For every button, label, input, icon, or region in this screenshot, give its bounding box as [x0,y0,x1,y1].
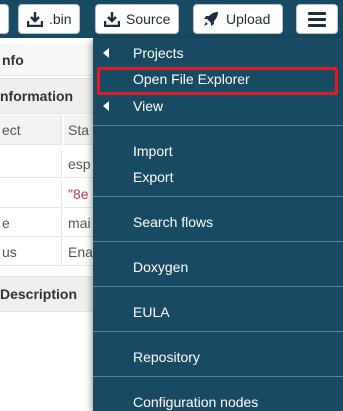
caret-left-icon [103,48,109,58]
menu-item-doxygen[interactable]: Doxygen [93,255,343,279]
menu-item-eula[interactable]: EULA [93,300,343,324]
download-source-label: Source [126,11,171,27]
upload-button[interactable]: Upload [193,4,283,34]
main-menu-button[interactable] [296,4,338,34]
menu-item-projects[interactable]: Projects [93,41,343,65]
menu-item-label: Search flows [133,214,214,230]
table-cell: e [0,209,62,237]
info-panel-title: nfo [0,44,100,76]
download-icon [104,11,120,27]
caret-left-icon [103,101,109,111]
menu-item-label: Repository [133,349,200,365]
menu-separator [93,241,343,242]
download-icon [27,11,43,27]
table-cell [0,180,62,208]
download-source-button[interactable]: Source [95,4,179,34]
menu-item-label: Doxygen [133,259,189,275]
top-toolbar: .bin Source Upload [0,0,343,38]
highlight-box [97,67,338,95]
menu-item-repository[interactable]: Repository [93,345,343,369]
download-bin-button[interactable]: .bin [18,4,80,34]
menu-item-search-flows[interactable]: Search flows [93,210,343,234]
menu-separator [93,331,343,332]
menu-item-label: View [133,98,164,114]
menu-separator [93,125,343,126]
table-column-header: ect [0,115,62,145]
menu-separator [93,376,343,377]
menu-item-import[interactable]: Import [93,139,343,163]
menu-item-view[interactable]: View [93,94,343,118]
menu-separator [93,286,343,287]
menu-item-label: Projects [133,45,184,61]
menu-item-label: Export [133,169,174,185]
information-section-header[interactable]: nformation [0,78,100,114]
table-cell: us [0,238,62,266]
menu-separator [93,196,343,197]
hamburger-menu-icon [308,11,326,27]
description-section-header[interactable]: Description [0,276,100,312]
app-root: .bin Source Upload nfo nformation ect St… [0,0,343,411]
table-cell [0,150,62,178]
menu-item-label: Configuration nodes [133,394,259,410]
menu-item-label: Import [133,143,173,159]
main-dropdown-menu: Projects Open File Explorer View Import … [93,38,343,411]
rocket-icon [202,10,220,28]
menu-item-label: EULA [133,304,170,320]
upload-label: Upload [226,11,271,27]
menu-item-configuration-nodes[interactable]: Configuration nodes [93,390,343,411]
download-bin-label: .bin [49,11,72,27]
toolbar-partial-button[interactable] [0,4,9,34]
menu-item-export[interactable]: Export [93,165,343,189]
